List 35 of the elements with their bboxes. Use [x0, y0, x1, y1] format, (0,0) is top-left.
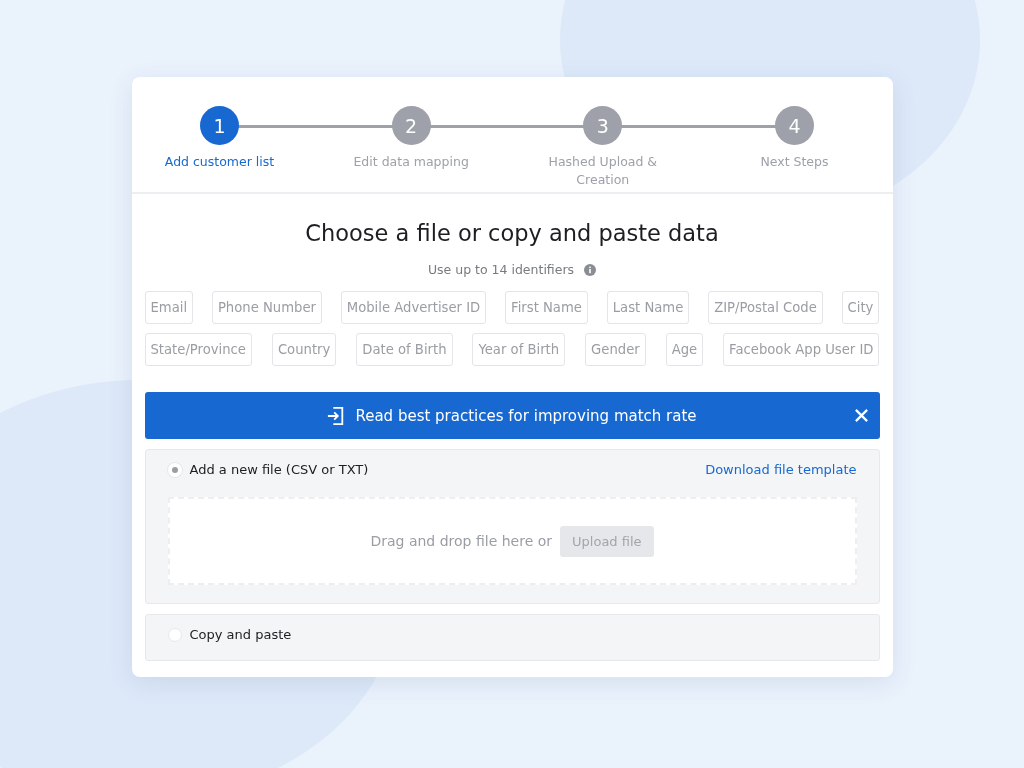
dropzone-text: Drag and drop file here or	[370, 533, 553, 549]
identifiers-hint: Use up to 14 identifiers	[427, 262, 575, 277]
identifier-chip: City	[841, 291, 880, 324]
identifier-chip: Date of Birth	[356, 333, 453, 366]
step-label: Hashed Upload & Creation	[547, 153, 659, 189]
banner-text[interactable]: Read best practices for improving match rate	[355, 406, 697, 425]
identifier-chip: Phone Number	[211, 291, 322, 324]
identifier-chip: Year of Birth	[472, 333, 566, 366]
identifier-chip: State/Province	[144, 333, 252, 366]
identifier-chip: Gender	[585, 333, 646, 366]
step-label: Edit data mapping	[352, 153, 470, 171]
sign-in-icon	[327, 405, 346, 426]
identifier-chip: First Name	[505, 291, 588, 324]
tips-banner[interactable]: Read best practices for improving match rate	[144, 392, 880, 439]
identifier-chip: Age	[665, 333, 704, 366]
dropzone[interactable]: Drag and drop file here or Upload file	[167, 497, 857, 585]
identifier-chip: Last Name	[606, 291, 690, 324]
identifier-chip: Email	[144, 291, 194, 324]
step-label: Next Steps	[759, 153, 830, 171]
radio-button[interactable]	[167, 627, 182, 642]
info-icon[interactable]	[584, 263, 597, 276]
step-number[interactable]: 3	[583, 106, 623, 145]
identifier-chip: Facebook App User ID	[723, 333, 880, 366]
option-label[interactable]: Add a new file (CSV or TXT)	[189, 462, 369, 477]
step-number[interactable]: 1	[200, 106, 239, 145]
page-heading: Choose a file or copy and paste data	[304, 220, 720, 246]
identifier-chip: Mobile Advertiser ID	[340, 291, 487, 324]
step-number[interactable]: 4	[774, 106, 814, 145]
identifier-chip: ZIP/Postal Code	[708, 291, 823, 324]
identifier-chip: Country	[271, 333, 337, 366]
option-label[interactable]: Copy and paste	[189, 627, 292, 642]
download-template-link[interactable]: Download file template	[705, 462, 857, 477]
close-icon[interactable]	[853, 408, 869, 423]
step-label: Add customer list	[163, 153, 276, 171]
step-number[interactable]: 2	[391, 106, 431, 145]
